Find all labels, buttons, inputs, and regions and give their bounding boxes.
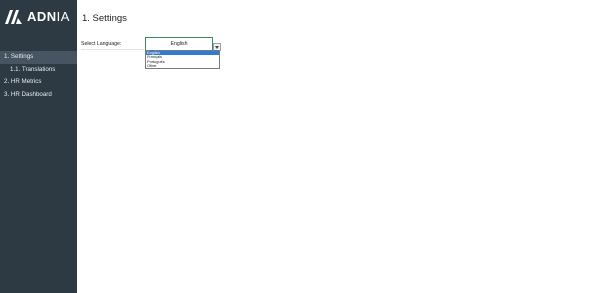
brand-logo: ADNIA xyxy=(5,8,70,26)
sidebar: ADNIA 1. Settings 1.1. Translations 2. H… xyxy=(0,0,77,293)
sidebar-item-translations[interactable]: 1.1. Translations xyxy=(0,64,77,77)
sidebar-item-hr-metrics[interactable]: 2. HR Metrics xyxy=(0,76,77,89)
language-select-value: English xyxy=(170,41,188,47)
chevron-down-icon xyxy=(215,45,219,49)
sidebar-nav: 1. Settings 1.1. Translations 2. HR Metr… xyxy=(0,51,77,101)
language-label: Select Language: xyxy=(81,41,122,47)
sidebar-item-hr-dashboard[interactable]: 3. HR Dashboard xyxy=(0,89,77,102)
page-title: 1. Settings xyxy=(82,13,127,24)
language-select[interactable]: English xyxy=(145,37,213,51)
sidebar-item-settings[interactable]: 1. Settings xyxy=(0,51,77,64)
language-option-other[interactable]: Other xyxy=(146,63,219,68)
label-underline xyxy=(81,49,144,50)
language-dropdown-list: English Français Português Other xyxy=(145,50,220,70)
brand-name: ADNIA xyxy=(27,9,70,24)
adnia-logo-icon xyxy=(5,10,22,24)
